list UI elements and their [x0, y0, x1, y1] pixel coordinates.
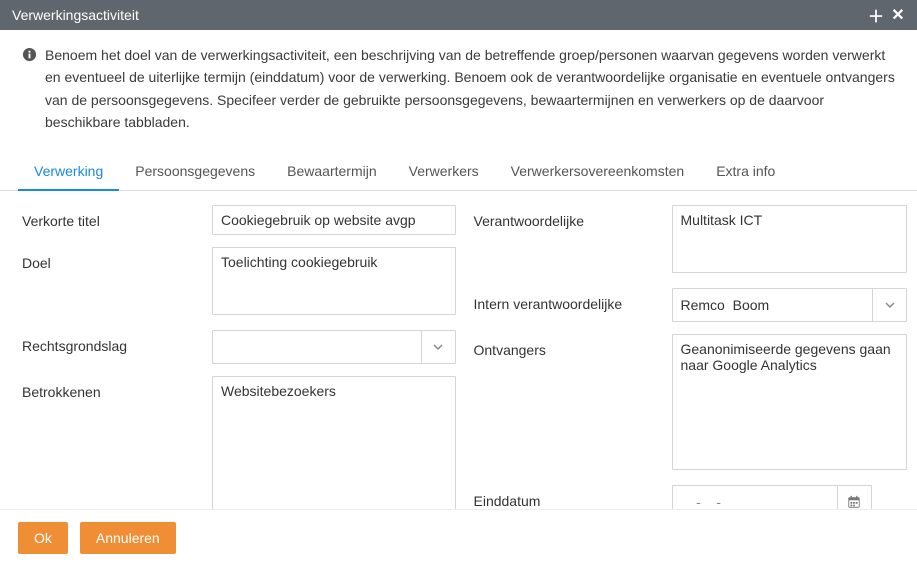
input-verantwoordelijke[interactable]: <span class="underline-deco">Multitask</…: [672, 205, 908, 273]
field-doel: Doel: [22, 247, 456, 318]
label-verantwoordelijke: Verantwoordelijke: [474, 205, 664, 229]
tab-verwerkers[interactable]: Verwerkers: [393, 153, 495, 191]
field-ontvangers: Ontvangers: [474, 334, 908, 473]
input-doel[interactable]: [212, 247, 456, 315]
label-verkorte-titel: Verkorte titel: [22, 205, 204, 229]
input-verkorte-titel[interactable]: [212, 205, 456, 235]
field-intern-verantwoordelijke: Intern verantwoordelijke: [474, 288, 908, 322]
label-intern-verantwoordelijke: Intern verantwoordelijke: [474, 288, 664, 312]
dialog-footer: Ok Annuleren: [0, 509, 917, 566]
field-betrokkenen: Betrokkenen: [22, 376, 456, 509]
title-bar: Verwerkingsactiviteit ＋ ✕: [0, 0, 917, 30]
info-text: Benoem het doel van de verwerkingsactivi…: [45, 44, 895, 134]
combo-rechtsgrondslag: [212, 330, 456, 364]
field-verkorte-titel: Verkorte titel: [22, 205, 456, 235]
chevron-down-icon[interactable]: [421, 331, 455, 363]
info-icon: [22, 46, 37, 134]
input-intern-verantwoordelijke[interactable]: [673, 289, 873, 321]
tab-bewaartermijn[interactable]: Bewaartermijn: [271, 153, 392, 191]
field-verantwoordelijke: Verantwoordelijke <span class="underline…: [474, 205, 908, 276]
field-rechtsgrondslag: Rechtsgrondslag: [22, 330, 456, 364]
window-title: Verwerkingsactiviteit: [12, 7, 865, 23]
tab-verwerkersovereenkomsten[interactable]: Verwerkersovereenkomsten: [495, 153, 701, 191]
input-rechtsgrondslag[interactable]: [213, 331, 421, 363]
input-ontvangers[interactable]: [672, 334, 908, 470]
tab-verwerking[interactable]: Verwerking: [18, 153, 119, 191]
tab-bar: Verwerking Persoonsgegevens Bewaartermij…: [0, 152, 917, 191]
input-einddatum[interactable]: [673, 486, 837, 509]
input-betrokkenen[interactable]: [212, 376, 456, 509]
label-einddatum: Einddatum: [474, 485, 664, 509]
maximize-button[interactable]: ＋: [865, 4, 887, 26]
calendar-icon[interactable]: [837, 486, 871, 509]
form-area: Verkorte titel Doel Rechtsgrondslag: [0, 191, 917, 509]
cancel-button[interactable]: Annuleren: [80, 522, 176, 554]
field-einddatum: Einddatum: [474, 485, 908, 509]
label-ontvangers: Ontvangers: [474, 334, 664, 358]
label-betrokkenen: Betrokkenen: [22, 376, 204, 400]
combo-intern-verantwoordelijke: [672, 288, 908, 322]
label-rechtsgrondslag: Rechtsgrondslag: [22, 330, 204, 354]
date-einddatum: [672, 485, 872, 509]
info-panel: Benoem het doel van de verwerkingsactivi…: [0, 30, 917, 146]
chevron-down-icon[interactable]: [872, 289, 906, 321]
tab-extra-info[interactable]: Extra info: [700, 153, 791, 191]
close-button[interactable]: ✕: [887, 4, 909, 26]
ok-button[interactable]: Ok: [18, 522, 68, 554]
label-doel: Doel: [22, 247, 204, 271]
tab-persoonsgegevens[interactable]: Persoonsgegevens: [119, 153, 271, 191]
